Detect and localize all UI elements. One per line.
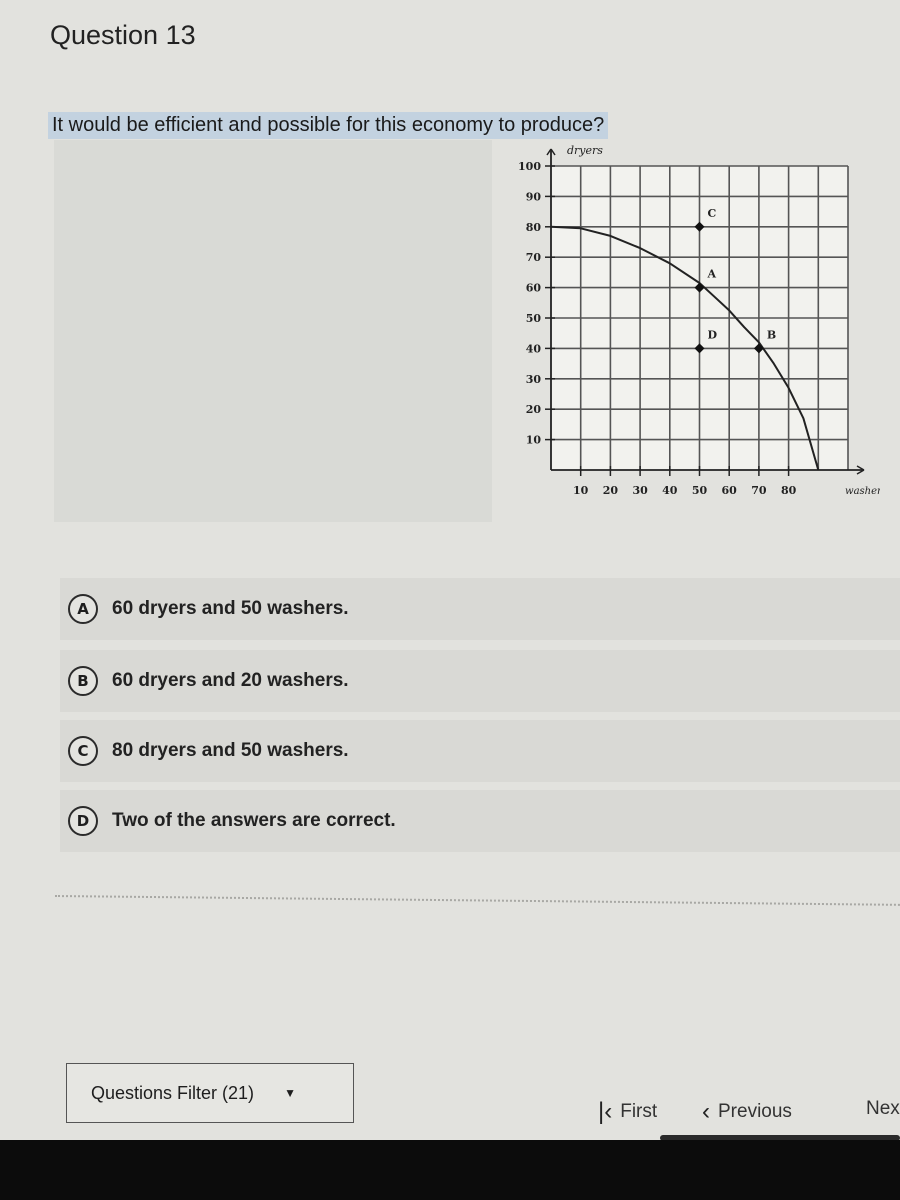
x-axis-label: washers [845, 486, 880, 497]
y-tick-label: 90 [526, 190, 542, 203]
first-label: First [620, 1101, 658, 1122]
option-label: Two of the answers are correct. [112, 810, 396, 831]
chevron-left-icon: ‹ [702, 1098, 710, 1125]
option-radio[interactable]: C [68, 736, 98, 766]
point-label-d: D [708, 328, 718, 341]
option-radio[interactable]: A [68, 594, 98, 624]
blank-panel [54, 140, 492, 522]
point-label-b: B [767, 328, 776, 341]
screen: Question 13 It would be efficient and po… [0, 0, 900, 1141]
filter-label: Questions Filter (21) [91, 1082, 255, 1103]
y-tick-label: 30 [526, 373, 542, 386]
option-label: 60 dryers and 50 washers. [112, 598, 349, 619]
y-tick-label: 70 [526, 251, 542, 264]
y-axis-label: dryers [567, 144, 603, 157]
x-tick-label: 60 [722, 484, 738, 497]
x-tick-label: 50 [692, 484, 708, 497]
option-label: 80 dryers and 50 washers. [112, 740, 349, 761]
previous-button[interactable]: ‹ Previous [702, 1098, 792, 1126]
x-tick-label: 80 [781, 484, 797, 497]
point-label-c: C [708, 207, 717, 220]
y-tick-label: 10 [526, 434, 542, 447]
y-tick-label: 20 [526, 403, 542, 416]
questions-filter-dropdown[interactable]: Questions Filter (21) ▼ [66, 1063, 354, 1123]
caret-down-icon: ▼ [284, 1086, 296, 1100]
y-tick-label: 40 [526, 342, 542, 355]
y-tick-label: 100 [518, 160, 541, 173]
previous-label: Previous [718, 1101, 792, 1122]
divider [54, 895, 900, 906]
x-tick-label: 40 [662, 484, 678, 497]
question-text: It would be efficient and possible for t… [48, 112, 609, 139]
x-tick-label: 20 [603, 484, 619, 497]
y-tick-label: 80 [526, 221, 542, 234]
option-d[interactable]: D Two of the answers are correct. [60, 790, 900, 852]
monitor-bezel [0, 1140, 900, 1200]
next-label: Nex [866, 1098, 900, 1119]
ppf-chart: 10 20 30 40 50 60 70 80 90 100 10 20 30 40 50 60 70 80 dry… [500, 140, 887, 510]
question-title: Question 13 [50, 20, 196, 50]
y-tick-label: 50 [526, 312, 542, 325]
option-a[interactable]: A 60 dryers and 50 washers. [60, 578, 900, 640]
next-button[interactable]: Nex [866, 1098, 900, 1120]
option-label: 60 dryers and 20 washers. [112, 670, 349, 691]
option-b[interactable]: B 60 dryers and 20 washers. [60, 650, 900, 712]
y-tick-label: 60 [526, 282, 542, 295]
option-radio[interactable]: D [68, 806, 98, 836]
x-tick-label: 70 [751, 484, 767, 497]
point-label-a: A [707, 268, 717, 281]
x-tick-label: 30 [632, 484, 648, 497]
x-tick-label: 10 [573, 484, 589, 497]
chart-svg: 10 20 30 40 50 60 70 80 90 100 10 20 30 40 50 60 70 80 dry… [518, 144, 887, 497]
first-button[interactable]: |‹ First [598, 1098, 657, 1126]
option-radio[interactable]: B [68, 666, 98, 696]
first-page-icon: |‹ [598, 1098, 613, 1125]
option-c[interactable]: C 80 dryers and 50 washers. [60, 720, 900, 782]
